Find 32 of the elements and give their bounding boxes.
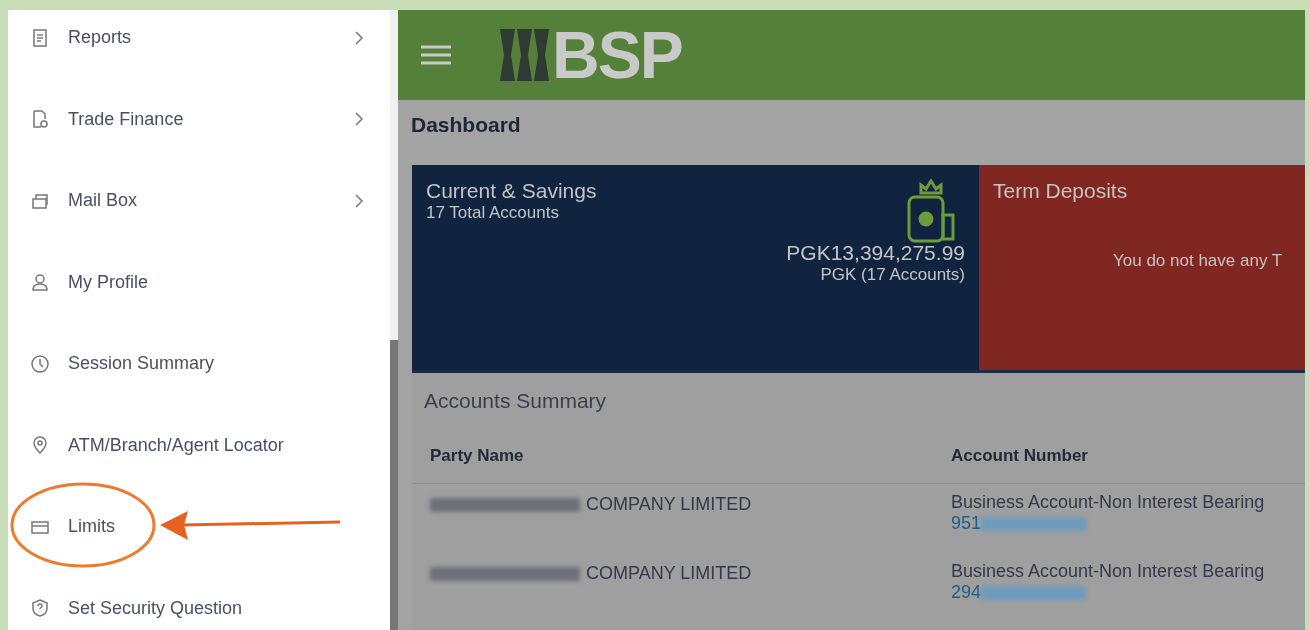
column-header: Account Number (951, 446, 1089, 466)
shield-icon (30, 598, 50, 619)
logo-text: BSP (552, 22, 682, 88)
party-name: COMPANY LIMITED (586, 494, 752, 515)
section-title: Accounts Summary (423, 388, 608, 414)
person-icon (30, 272, 50, 293)
sidebar-item[interactable]: Session Summary (8, 323, 390, 405)
clock-icon (30, 353, 50, 374)
column-header: Party Name (430, 446, 525, 466)
sidebar-item[interactable]: Trade Finance (8, 78, 390, 160)
card-title: Current & Savings (426, 179, 598, 203)
drums-icon (500, 27, 550, 83)
page-title: Dashboard (410, 112, 522, 138)
sidebar-item[interactable]: ATM/Branch/Agent Locator (8, 404, 390, 486)
account-type: Business Account-Non Interest Bearing (951, 561, 1266, 582)
document-icon (30, 109, 50, 130)
card-title: Term Deposits (993, 179, 1129, 203)
sidebar-item[interactable]: My Profile (8, 241, 390, 323)
sidebar-item[interactable]: Set Security Question (8, 567, 390, 630)
account-type: Business Account-Non Interest Bearing (951, 492, 1266, 513)
sidebar-item[interactable]: Limits (8, 486, 390, 568)
sidebar-item[interactable]: Mail Box (8, 160, 390, 242)
document-icon (30, 27, 50, 48)
menu-icon[interactable] (420, 44, 452, 66)
empty-message: You do not have any T (1113, 251, 1284, 271)
party-name: COMPANY LIMITED (586, 563, 752, 584)
balance-note: PGK (17 Accounts) (820, 265, 965, 285)
sidebar-item[interactable]: Reports (8, 10, 390, 79)
balance-amount: PGK13,394,275.99 (786, 241, 965, 265)
card-subtitle: 17 Total Accounts (426, 203, 560, 223)
location-pin-icon (30, 435, 50, 456)
scrollbar-thumb[interactable] (390, 340, 398, 630)
